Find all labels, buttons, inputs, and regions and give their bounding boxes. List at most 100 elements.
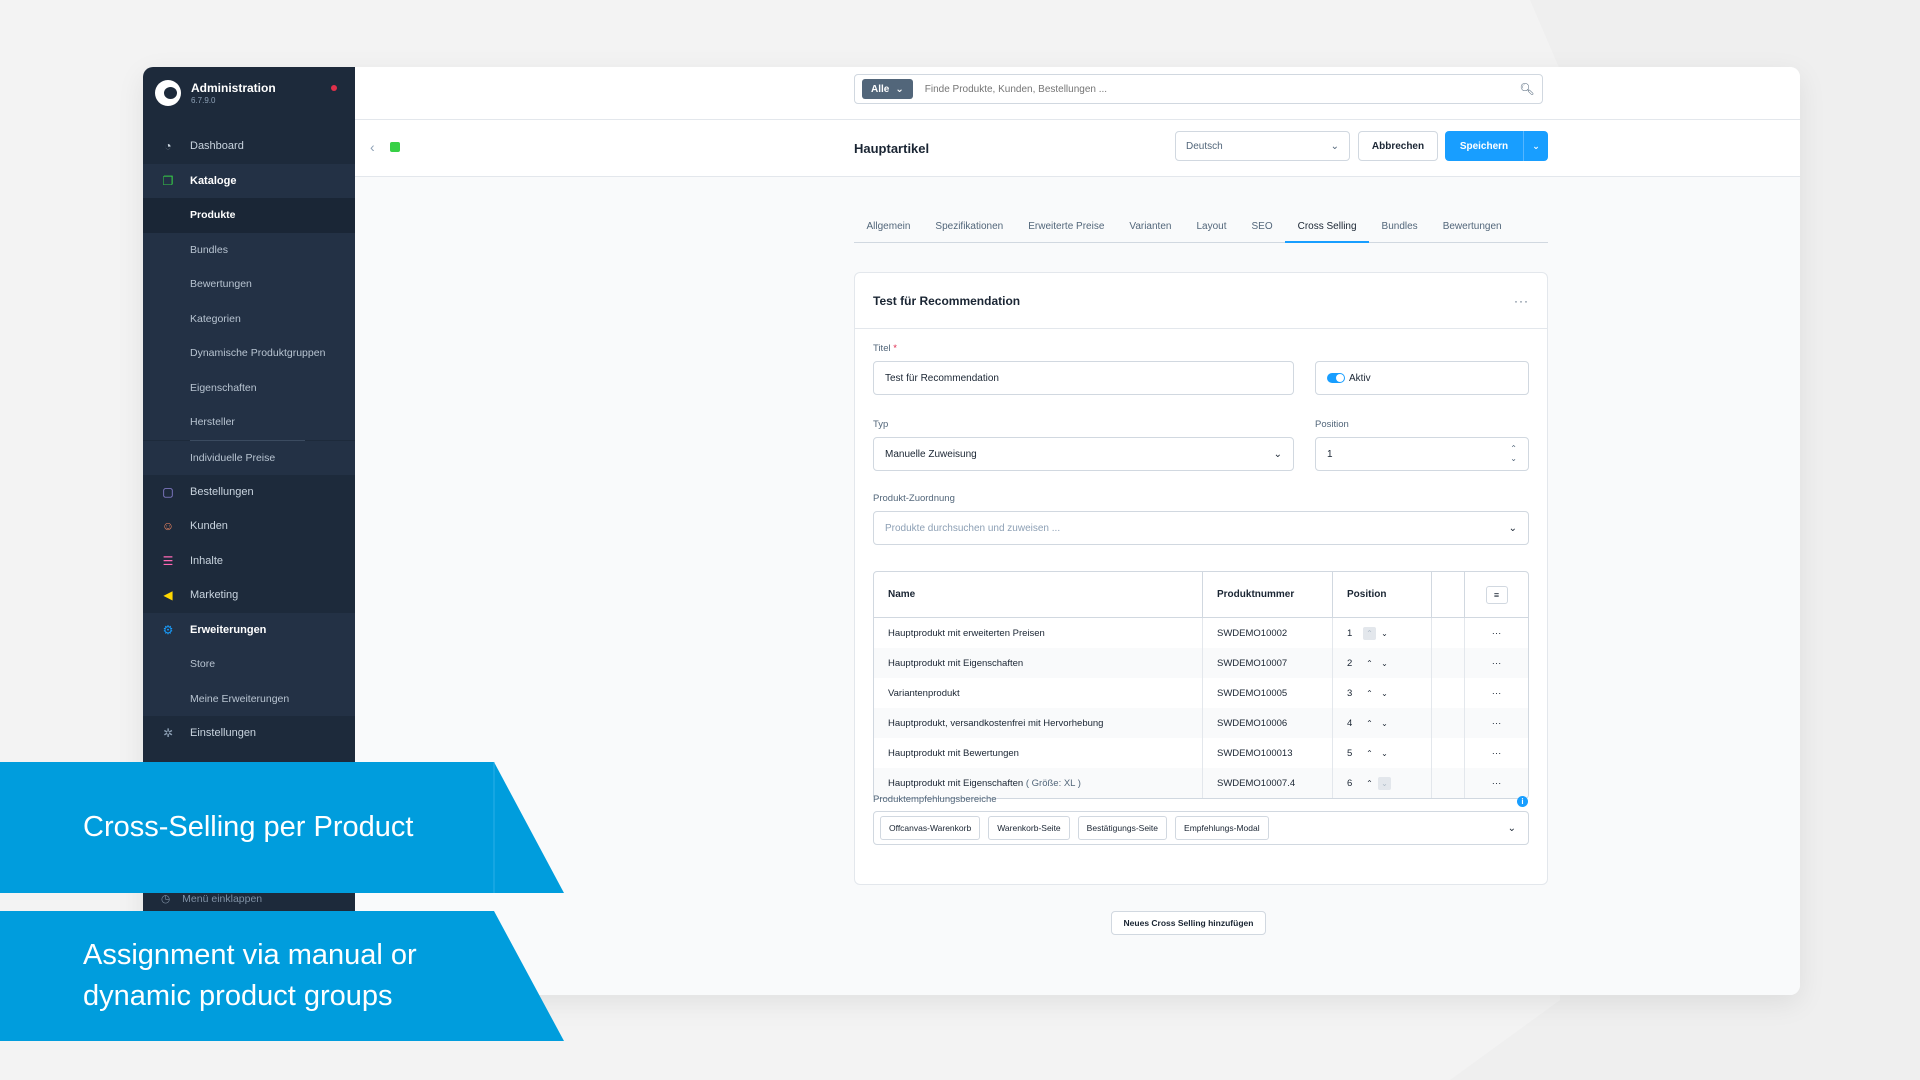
sidebar-item-erweiterungen[interactable]: ⚙ Erweiterungen [143, 612, 355, 647]
tab-allgemein[interactable]: Allgemein [854, 210, 923, 242]
tag-warenkorb-seite[interactable]: Warenkorb-Seite [988, 816, 1070, 840]
sidebar-item-marketing[interactable]: ◀ Marketing [143, 578, 355, 613]
sidebar-item-meine-erweiterungen[interactable]: Meine Erweiterungen [143, 681, 355, 716]
row-actions-icon[interactable]: ··· [1465, 738, 1528, 768]
tab-bundles[interactable]: Bundles [1369, 210, 1430, 242]
sidebar-item-bundles[interactable]: Bundles [143, 232, 355, 267]
position-label: Position [1315, 419, 1349, 430]
recommendation-areas-select[interactable]: Offcanvas-Warenkorb Warenkorb-Seite Best… [873, 811, 1529, 845]
move-down-icon[interactable]: ⌄ [1378, 747, 1391, 760]
type-select[interactable]: Manuelle Zuweisung ⌄ [873, 437, 1294, 471]
sidebar-item-store[interactable]: Store [143, 647, 355, 682]
title-field[interactable]: Test für Recommendation [873, 361, 1294, 395]
search-icon[interactable]: 🔍︎ [1512, 82, 1542, 96]
back-arrow-icon[interactable]: ‹ [370, 139, 375, 155]
row-actions-icon[interactable]: ··· [1465, 708, 1528, 738]
search-input[interactable] [922, 82, 1512, 96]
move-down-icon[interactable]: ⌄ [1378, 687, 1391, 700]
tag-bestaetigungs-seite[interactable]: Bestätigungs-Seite [1077, 816, 1168, 840]
number-stepper[interactable]: ⌃ ⌄ [1510, 444, 1517, 464]
active-switch[interactable]: Aktiv [1315, 361, 1529, 395]
move-up-icon[interactable]: ⌃ [1363, 717, 1376, 730]
save-button[interactable]: Speichern ⌄ [1445, 131, 1548, 161]
sidebar-item-individuelle-preise[interactable]: Individuelle Preise [143, 440, 355, 475]
main-content: Alle ⌄ 🔍︎ ‹ Hauptartikel Deutsch ⌄ Abbre… [355, 67, 1800, 995]
language-select[interactable]: Deutsch ⌄ [1175, 131, 1350, 161]
cell-number: SWDEMO100013 [1203, 738, 1333, 768]
product-assignment-select[interactable]: Produkte durchsuchen und zuweisen ... ⌄ [873, 511, 1529, 545]
cell-spacer [1432, 738, 1465, 768]
cell-name[interactable]: Variantenprodukt [874, 678, 1203, 708]
title-label-text: Titel [873, 343, 891, 354]
sidebar-item-kunden[interactable]: ☺ Kunden [143, 509, 355, 544]
cell-position: 3 ⌃ ⌄ [1333, 678, 1432, 708]
row-actions-icon[interactable]: ··· [1465, 768, 1528, 798]
save-options-chevron-icon[interactable]: ⌄ [1523, 131, 1548, 161]
sidebar-item-label: Bundles [190, 243, 228, 256]
column-header-name[interactable]: Name [874, 572, 1203, 617]
tag-empfehlungs-modal[interactable]: Empfehlungs-Modal [1175, 816, 1269, 840]
global-search: Alle ⌄ 🔍︎ [854, 74, 1543, 104]
position-field[interactable]: 1 ⌃ ⌄ [1315, 437, 1529, 471]
search-type-filter[interactable]: Alle ⌄ [862, 79, 913, 99]
stepper-up-icon[interactable]: ⌃ [1510, 444, 1517, 454]
sidebar-item-eigenschaften[interactable]: Eigenschaften [143, 370, 355, 405]
cancel-button[interactable]: Abbrechen [1358, 131, 1438, 161]
sidebar-item-dashboard[interactable]: ◔ Dashboard [143, 129, 355, 164]
sidebar-item-label: Marketing [190, 589, 239, 602]
sidebar-item-kategorien[interactable]: Kategorien [143, 301, 355, 336]
tab-cross-selling[interactable]: Cross Selling [1285, 210, 1369, 243]
row-actions-icon[interactable]: ··· [1465, 648, 1528, 678]
toggle-switch-icon[interactable] [1327, 373, 1345, 383]
sidebar-item-label: Kataloge [190, 174, 237, 187]
banner-2-text: Assignment via manual or dynamic product… [83, 935, 417, 1017]
marketing-icon: ◀ [163, 588, 173, 603]
page-title: Hauptartikel [854, 141, 930, 156]
add-cross-selling-button[interactable]: Neues Cross Selling hinzufügen [1111, 911, 1266, 935]
cell-name[interactable]: Hauptprodukt mit Bewertungen [874, 738, 1203, 768]
tab-erweiterte-preise[interactable]: Erweiterte Preise [1016, 210, 1117, 242]
sidebar-item-einstellungen[interactable]: ✲ Einstellungen [143, 716, 355, 751]
shopware-logo-icon[interactable] [155, 80, 181, 106]
sidebar-item-inhalte[interactable]: ☰ Inhalte [143, 544, 355, 579]
cell-number: SWDEMO10002 [1203, 618, 1333, 648]
column-settings-icon[interactable]: ≡ [1485, 585, 1508, 604]
move-up-icon[interactable]: ⌃ [1363, 777, 1376, 790]
sidebar-item-kataloge[interactable]: ❐ Kataloge [143, 163, 355, 198]
sidebar-item-bewertungen[interactable]: Bewertungen [143, 267, 355, 302]
move-up-icon[interactable]: ⌃ [1363, 747, 1376, 760]
sidebar-item-label: Dynamische Produktgruppen [190, 347, 326, 360]
column-header-number[interactable]: Produktnummer [1203, 572, 1333, 617]
sidebar-item-bestellungen[interactable]: ▢ Bestellungen [143, 475, 355, 510]
settings-icon: ✲ [162, 726, 174, 741]
tab-spezifikationen[interactable]: Spezifikationen [923, 210, 1016, 242]
move-down-icon[interactable]: ⌄ [1378, 717, 1391, 730]
cell-spacer [1432, 708, 1465, 738]
sidebar-item-produkte[interactable]: Produkte [143, 198, 355, 233]
tag-offcanvas-warenkorb[interactable]: Offcanvas-Warenkorb [880, 816, 981, 840]
move-up-icon[interactable]: ⌃ [1363, 687, 1376, 700]
move-up-icon[interactable]: ⌃ [1363, 626, 1376, 640]
move-up-icon[interactable]: ⌃ [1363, 657, 1376, 670]
more-options-icon[interactable]: ··· [1514, 294, 1529, 308]
move-down-icon[interactable]: ⌄ [1378, 776, 1391, 790]
cell-name[interactable]: Hauptprodukt mit erweiterten Preisen [874, 618, 1203, 648]
cell-name[interactable]: Hauptprodukt mit Eigenschaften [874, 648, 1203, 678]
move-down-icon[interactable]: ⌄ [1378, 627, 1391, 640]
stepper-down-icon[interactable]: ⌄ [1510, 454, 1517, 464]
move-down-icon[interactable]: ⌄ [1378, 657, 1391, 670]
chevron-down-icon: ⌄ [1273, 448, 1282, 460]
tab-seo[interactable]: SEO [1239, 210, 1285, 242]
column-header-position[interactable]: Position [1333, 572, 1432, 617]
sidebar-item-dynamische-produktgruppen[interactable]: Dynamische Produktgruppen [143, 336, 355, 371]
tab-layout[interactable]: Layout [1184, 210, 1239, 242]
cell-name[interactable]: Hauptprodukt, versandkostenfrei mit Herv… [874, 708, 1203, 738]
row-actions-icon[interactable]: ··· [1465, 618, 1528, 648]
table-row: Hauptprodukt, versandkostenfrei mit Herv… [874, 708, 1528, 738]
tab-bewertungen[interactable]: Bewertungen [1430, 210, 1514, 242]
tab-varianten[interactable]: Varianten [1117, 210, 1184, 242]
row-actions-icon[interactable]: ··· [1465, 678, 1528, 708]
sidebar-item-hersteller[interactable]: Hersteller [143, 405, 355, 440]
info-icon[interactable]: i [1517, 796, 1528, 807]
sidebar-item-label: Produkte [190, 209, 236, 222]
